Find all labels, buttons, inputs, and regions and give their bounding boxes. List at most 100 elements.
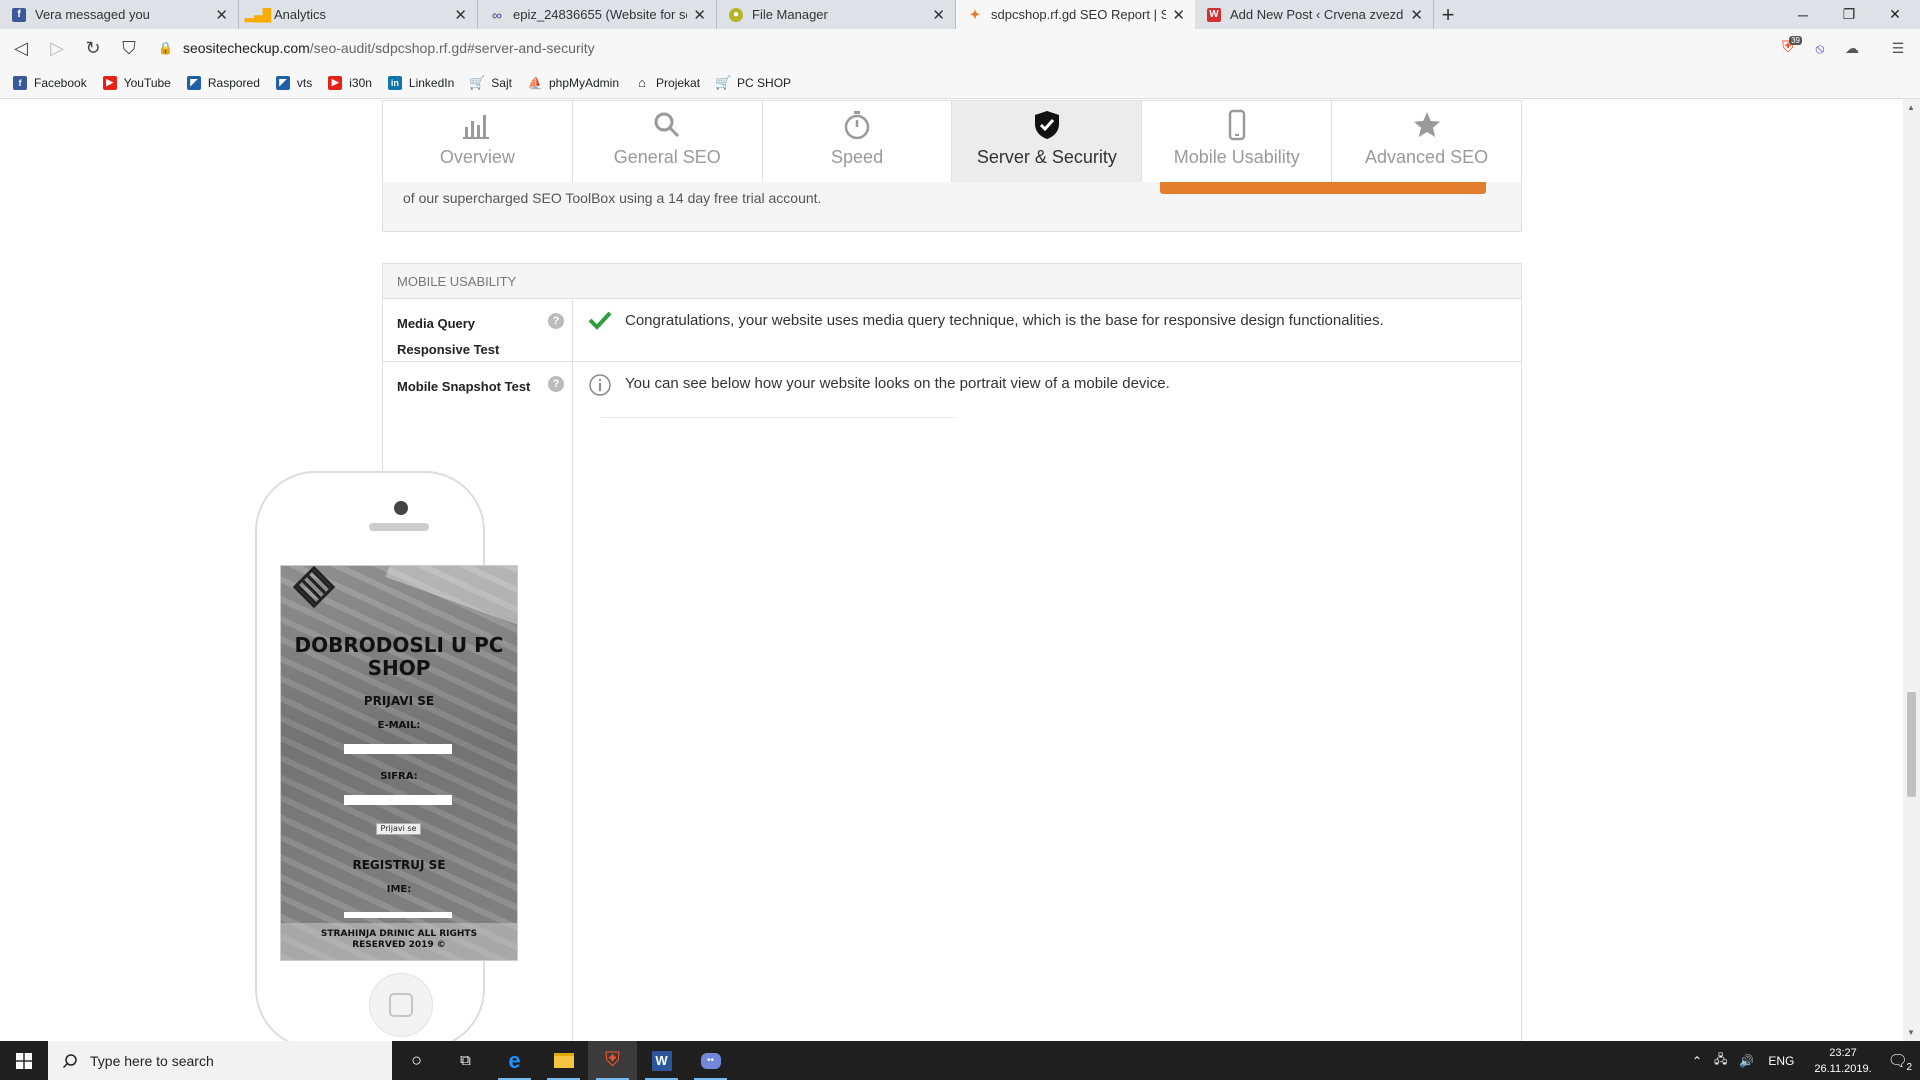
bookmark-item[interactable]: ▶ i30n — [328, 75, 372, 90]
clock-time: 23:27 — [1829, 1046, 1857, 1059]
bookmarks-bar: f Facebook ▶ YouTube ◤ Raspored ◤ vts ▶ i30n … — [0, 67, 1920, 99]
help-icon[interactable]: ? — [548, 313, 564, 329]
start-button[interactable] — [0, 1041, 48, 1080]
close-icon[interactable]: ✕ — [1410, 6, 1423, 24]
brave-shields-icon[interactable]: ⛨ 39 — [1772, 33, 1804, 63]
report-nav: Overview General SEO Speed Server & Secu… — [382, 100, 1522, 182]
bookmark-label: PC SHOP — [737, 75, 792, 90]
info-icon — [587, 373, 613, 397]
bookmark-item[interactable]: f Facebook — [13, 75, 87, 90]
tab-server-security[interactable]: Server & Security — [952, 101, 1143, 182]
forward-button[interactable]: ▷ — [42, 33, 72, 63]
table-row: Media Query Responsive Test ? Congratula… — [383, 299, 1521, 362]
tab-label: Overview — [439, 147, 515, 167]
snapshot-email-input — [344, 744, 452, 754]
menu-icon[interactable]: ☰ — [1882, 33, 1914, 63]
page-scrollbar[interactable]: ▲ ▼ — [1903, 99, 1920, 1041]
help-icon[interactable]: ? — [548, 376, 564, 392]
browser-tab[interactable]: ∞ epiz_24836655 (Website for sdpcsh ✕ — [478, 0, 717, 29]
vts-icon: ◤ — [275, 75, 290, 90]
close-icon[interactable]: ✕ — [1172, 6, 1185, 24]
address-bar[interactable]: 🔒 seositecheckup.com/seo-audit/sdpcshop.… — [158, 33, 1772, 63]
snapshot-password-input — [344, 795, 452, 805]
url-domain: seositecheckup.com — [182, 40, 310, 56]
cart-icon: 🛒 — [469, 74, 486, 90]
bookmark-item[interactable]: ▶ YouTube — [102, 75, 171, 90]
phone-camera — [394, 501, 408, 515]
search-icon — [654, 112, 680, 138]
site-logo-icon — [292, 566, 336, 609]
discord-icon[interactable]: •• — [686, 1041, 735, 1080]
browser-tab[interactable]: f Vera messaged you ✕ — [0, 0, 239, 29]
wordpress-icon: W — [1207, 7, 1221, 22]
brave-icon[interactable]: ⛨ — [588, 1041, 637, 1080]
browser-tab[interactable]: ▂▄█ Analytics ✕ — [239, 0, 478, 29]
new-tab-button[interactable]: + — [1434, 0, 1462, 29]
url-path: /seo-audit/sdpcshop.rf.gd#server-and-sec… — [309, 40, 595, 56]
scroll-down-icon[interactable]: ▼ — [1907, 1028, 1915, 1037]
browser-tab-active[interactable]: ✦ sdpcshop.rf.gd SEO Report | SEO S ✕ — [956, 0, 1195, 29]
browser-tab[interactable]: W Add New Post ‹ Crvena zvezda info ✕ — [1195, 0, 1434, 29]
clock[interactable]: 23:27 26.11.2019. — [1814, 1045, 1871, 1077]
task-view-icon[interactable]: ⧉ — [441, 1041, 490, 1080]
scrollbar-thumb[interactable] — [1907, 692, 1916, 797]
browser-tab[interactable]: ● File Manager ✕ — [717, 0, 956, 29]
language-indicator[interactable]: ENG — [1768, 1054, 1794, 1068]
close-icon[interactable]: ✕ — [932, 6, 945, 24]
bookmark-item[interactable]: 🛒 Sajt — [469, 74, 512, 90]
lock-icon: 🔒 — [158, 41, 173, 55]
tab-overview[interactable]: Overview — [383, 101, 573, 182]
tab-label: Mobile Usability — [1173, 147, 1300, 167]
close-window-button[interactable]: ✕ — [1872, 0, 1918, 29]
trial-button[interactable] — [1160, 182, 1486, 194]
close-icon[interactable]: ✕ — [693, 6, 706, 24]
check-icon — [587, 310, 613, 330]
tab-advanced-seo[interactable]: Advanced SEO — [1332, 101, 1521, 182]
analytics-icon: ▂▄█ — [244, 7, 272, 22]
notifications-icon[interactable]: 🗨 2 — [1888, 1051, 1912, 1073]
back-button[interactable]: ◁ — [6, 33, 36, 63]
phpmyadmin-icon: ⛵ — [527, 75, 543, 90]
close-icon[interactable]: ✕ — [454, 6, 467, 24]
snapshot-footer: STRAHINJA DRINIC ALL RIGHTS RESERVED 201… — [281, 923, 517, 960]
tab-title: File Manager — [752, 7, 828, 22]
bookmark-item[interactable]: 🛒 PC SHOP — [715, 75, 792, 90]
bookmark-button[interactable]: ⛉ — [114, 33, 144, 63]
bookmark-item[interactable]: ⛵ phpMyAdmin — [527, 75, 620, 90]
tab-title: Vera messaged you — [35, 7, 150, 22]
block-icon[interactable]: ⦸ — [1804, 33, 1836, 63]
snapshot-register-title: REGISTRUJ SE — [352, 858, 446, 872]
cortana-icon[interactable]: ○ — [392, 1041, 441, 1080]
bookmark-item[interactable]: ◤ Raspored — [186, 75, 260, 90]
bookmark-item[interactable]: ⌂ Projekat — [635, 75, 701, 90]
bookmark-label: Projekat — [656, 75, 701, 90]
reload-button[interactable]: ↻ — [78, 33, 108, 63]
volume-icon[interactable]: 🔊 — [1739, 1054, 1754, 1068]
promo-panel: of our supercharged SEO ToolBox using a … — [382, 182, 1522, 232]
bookmark-item[interactable]: ◤ vts — [275, 75, 312, 90]
edge-icon[interactable]: e — [490, 1041, 539, 1080]
scroll-up-icon[interactable]: ▲ — [1907, 103, 1915, 112]
rewards-icon[interactable]: ☁ — [1836, 33, 1868, 63]
close-icon[interactable]: ✕ — [215, 6, 228, 24]
tab-mobile-usability[interactable]: Mobile Usability — [1142, 101, 1333, 182]
snapshot-login-title: PRIJAVI SE — [363, 694, 435, 708]
tray-expand-icon[interactable]: ⌃ — [1692, 1054, 1702, 1068]
taskbar-search[interactable]: Type here to search — [48, 1041, 392, 1080]
restore-button[interactable]: ❐ — [1826, 0, 1872, 29]
stopwatch-icon — [844, 111, 870, 140]
tab-general-seo[interactable]: General SEO — [573, 101, 763, 182]
tab-title: Analytics — [274, 7, 327, 22]
bookmark-item[interactable]: in LinkedIn — [387, 75, 454, 90]
network-icon[interactable]: 🖧 — [1714, 1050, 1727, 1071]
mobile-snapshot-screen: DOBRODOSLI U PC SHOP PRIJAVI SE E-MAIL: … — [280, 565, 518, 961]
star-icon — [1413, 112, 1440, 137]
divider — [601, 417, 956, 418]
row-text: You can see below how your website looks… — [625, 375, 1170, 392]
file-explorer-icon[interactable] — [539, 1041, 588, 1080]
browser-tab-strip: f Vera messaged you ✕ ▂▄█ Analytics ✕ ∞ … — [0, 0, 1920, 29]
minimize-button[interactable]: ─ — [1780, 0, 1826, 29]
tab-speed[interactable]: Speed — [763, 101, 953, 182]
word-icon[interactable]: W — [637, 1041, 686, 1080]
clock-date: 26.11.2019. — [1814, 1062, 1872, 1075]
